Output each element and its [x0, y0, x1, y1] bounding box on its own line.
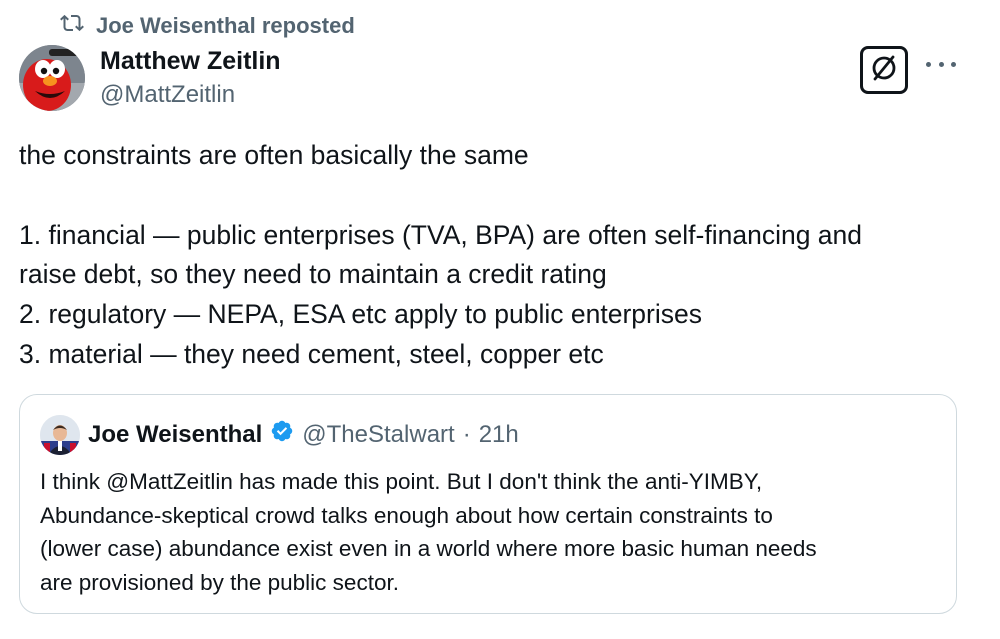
tweet-line: raise debt, so they need to maintain a c… [19, 259, 607, 290]
more-options-button[interactable] [926, 54, 956, 74]
quoted-author-avatar[interactable] [40, 415, 80, 455]
quoted-line: are provisioned by the public sector. [40, 569, 399, 595]
repost-label: Joe Weisenthal reposted [96, 13, 355, 38]
author-handle[interactable]: @MattZeitlin [100, 81, 235, 109]
tweet-text: the constraints are often basically the … [19, 136, 979, 375]
grok-icon [870, 54, 898, 87]
quoted-line: Abundance-skeptical crowd talks enough a… [40, 502, 773, 528]
author-avatar[interactable] [19, 45, 85, 111]
tweet-line: 3. material — they need cement, steel, c… [19, 338, 604, 369]
more-options-icon [926, 61, 931, 67]
grok-button[interactable] [860, 46, 908, 94]
tweet-line: 1. financial — public enterprises (TVA, … [19, 219, 863, 250]
author-name[interactable]: Matthew Zeitlin [100, 47, 281, 76]
tweet-line: the constraints are often basically the … [19, 140, 529, 170]
meta-separator: · [462, 420, 471, 448]
quoted-line: (lower case) abundance exist even in a w… [40, 536, 817, 561]
quoted-tweet-header: Joe Weisenthal @TheStalwart · 21h [88, 419, 519, 450]
quoted-tweet[interactable]: Joe Weisenthal @TheStalwart · 21h I thin… [19, 394, 957, 614]
tweet-line: 2. regulatory — NEPA, ESA etc apply to p… [19, 299, 702, 330]
repost-icon [60, 11, 84, 41]
quoted-author-handle[interactable]: @TheStalwart [302, 421, 454, 449]
quoted-author-name[interactable]: Joe Weisenthal [88, 421, 262, 449]
quoted-line: I think @MattZeitlin has made this point… [40, 469, 763, 494]
repost-indicator[interactable]: Joe Weisenthal reposted [60, 12, 355, 40]
tweet-line [19, 176, 979, 216]
verified-badge-icon [270, 419, 294, 450]
quoted-timestamp[interactable]: 21h [479, 421, 519, 449]
quoted-tweet-text: I think @MattZeitlin has made this point… [40, 465, 940, 599]
